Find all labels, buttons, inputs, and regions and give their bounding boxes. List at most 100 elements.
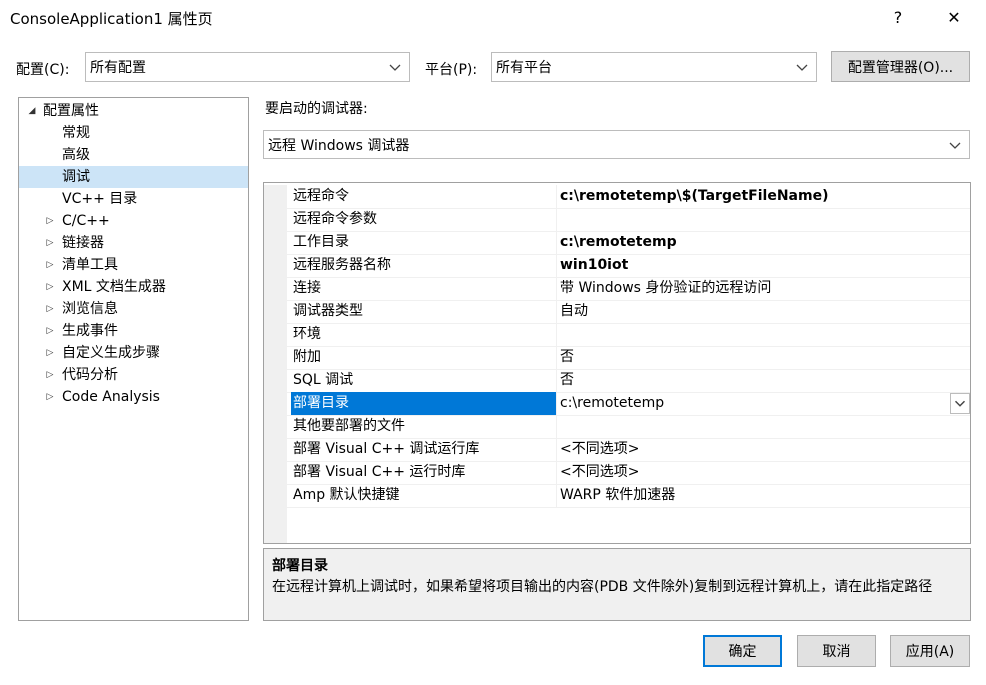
property-row[interactable]: 调试器类型 自动	[264, 300, 970, 324]
property-row[interactable]: 远程命令参数	[264, 208, 970, 232]
column-divider	[556, 346, 557, 369]
tree-item-label: 生成事件	[62, 323, 118, 339]
debugger-select[interactable]: 远程 Windows 调试器	[263, 130, 970, 159]
property-grid: 远程命令 c:\remotetemp\$(TargetFileName) 远程命令参…	[263, 182, 971, 544]
property-value: 否	[560, 349, 574, 365]
row-gutter	[264, 484, 287, 507]
property-name: 连接	[293, 280, 321, 296]
tree-item[interactable]: ▷ 链接器	[19, 232, 248, 254]
expand-triangle-icon[interactable]: ▷	[45, 298, 55, 320]
row-gutter	[264, 277, 287, 300]
tree-item[interactable]: ▷ C/C++	[19, 210, 248, 232]
expand-triangle-icon[interactable]: ▷	[45, 232, 55, 254]
tree-item-label: 浏览信息	[62, 301, 118, 317]
tree-item[interactable]: ▷ 清单工具	[19, 254, 248, 276]
property-value-input[interactable]: c:\remotetemp	[560, 392, 664, 415]
property-name: Amp 默认快捷键	[293, 487, 400, 503]
collapse-triangle-icon[interactable]: ◢	[27, 100, 37, 122]
column-divider	[556, 300, 557, 323]
row-gutter	[264, 300, 287, 323]
column-divider	[556, 438, 557, 461]
row-gutter	[264, 231, 287, 254]
property-name: 附加	[293, 349, 321, 365]
tree-item[interactable]: 高级	[19, 144, 248, 166]
config-label: 配置(C):	[16, 62, 70, 78]
window-title: ConsoleApplication1 属性页	[10, 10, 213, 28]
config-value: 所有配置	[90, 60, 146, 76]
tree-item-label: XML 文档生成器	[62, 279, 166, 295]
value-dropdown-button[interactable]	[950, 393, 970, 414]
tree-item[interactable]: 调试	[19, 166, 248, 188]
row-gutter	[264, 392, 287, 415]
row-gutter	[264, 208, 287, 231]
property-value: 否	[560, 372, 574, 388]
tree-item-label: 调试	[62, 169, 90, 185]
tree-item[interactable]: ▷ Code Analysis	[19, 386, 248, 408]
platform-select[interactable]: 所有平台	[491, 52, 817, 82]
tree-item-label: Code Analysis	[62, 389, 160, 405]
expand-triangle-icon[interactable]: ▷	[45, 386, 55, 408]
expand-triangle-icon[interactable]: ▷	[45, 276, 55, 298]
apply-button[interactable]: 应用(A)	[890, 635, 970, 667]
column-divider	[556, 231, 557, 254]
row-gutter	[264, 461, 287, 484]
property-row[interactable]: 远程命令 c:\remotetemp\$(TargetFileName)	[264, 185, 970, 209]
property-name: SQL 调试	[293, 372, 354, 388]
expand-triangle-icon[interactable]: ▷	[45, 320, 55, 342]
property-row[interactable]: 远程服务器名称 win10iot	[264, 254, 970, 278]
expand-triangle-icon[interactable]: ▷	[45, 254, 55, 276]
tree-root-item[interactable]: ◢ 配置属性	[19, 100, 248, 122]
property-row[interactable]: 部署目录 c:\remotetemp	[264, 392, 970, 416]
help-button[interactable]: ?	[876, 0, 920, 34]
expand-triangle-icon[interactable]: ▷	[45, 342, 55, 364]
tree-item[interactable]: ▷ 代码分析	[19, 364, 248, 386]
property-row[interactable]: Amp 默认快捷键 WARP 软件加速器	[264, 484, 970, 508]
close-button[interactable]: ✕	[932, 0, 976, 34]
row-gutter	[264, 438, 287, 461]
grid-gutter	[264, 506, 287, 543]
expand-triangle-icon[interactable]: ▷	[45, 210, 55, 232]
column-divider	[556, 254, 557, 277]
property-row[interactable]: 工作目录 c:\remotetemp	[264, 231, 970, 255]
close-icon: ✕	[947, 7, 961, 27]
debugger-value: 远程 Windows 调试器	[268, 137, 410, 154]
chevron-down-icon	[389, 64, 401, 71]
property-value: 带 Windows 身份验证的远程访问	[560, 280, 772, 296]
ok-button[interactable]: 确定	[703, 635, 782, 667]
tree-item-label: 代码分析	[62, 367, 118, 383]
property-name: 部署目录	[291, 392, 556, 415]
tree-item-label: 高级	[62, 147, 90, 163]
chevron-down-icon	[949, 142, 961, 149]
chevron-down-icon	[796, 64, 808, 71]
row-gutter	[264, 254, 287, 277]
tree-item[interactable]: VC++ 目录	[19, 188, 248, 210]
row-gutter	[264, 323, 287, 346]
tree-item[interactable]: ▷ 浏览信息	[19, 298, 248, 320]
tree-item[interactable]: ▷ XML 文档生成器	[19, 276, 248, 298]
column-divider	[556, 277, 557, 300]
property-name: 远程服务器名称	[293, 257, 391, 273]
platform-label: 平台(P):	[425, 62, 478, 78]
property-row[interactable]: SQL 调试 否	[264, 369, 970, 393]
config-manager-button[interactable]: 配置管理器(O)...	[831, 51, 970, 82]
property-row[interactable]: 其他要部署的文件	[264, 415, 970, 439]
property-row[interactable]: 部署 Visual C++ 调试运行库 <不同选项>	[264, 438, 970, 462]
tree-item[interactable]: ▷ 生成事件	[19, 320, 248, 342]
description-text: 在远程计算机上调试时，如果希望将项目输出的内容(PDB 文件除外)复制到远程计算…	[272, 579, 933, 595]
tree-root-label: 配置属性	[43, 103, 99, 119]
row-gutter	[264, 185, 287, 208]
description-title: 部署目录	[272, 558, 328, 574]
property-value: <不同选项>	[560, 464, 640, 480]
property-row[interactable]: 部署 Visual C++ 运行时库 <不同选项>	[264, 461, 970, 485]
cancel-button[interactable]: 取消	[797, 635, 876, 667]
debugger-label: 要启动的调试器:	[265, 101, 368, 117]
column-divider	[556, 415, 557, 438]
tree-item[interactable]: ▷ 自定义生成步骤	[19, 342, 248, 364]
config-select[interactable]: 所有配置	[85, 52, 410, 82]
property-row[interactable]: 附加 否	[264, 346, 970, 370]
expand-triangle-icon[interactable]: ▷	[45, 364, 55, 386]
property-row[interactable]: 连接 带 Windows 身份验证的远程访问	[264, 277, 970, 301]
property-name: 环境	[293, 326, 321, 342]
property-row[interactable]: 环境	[264, 323, 970, 347]
tree-item[interactable]: 常规	[19, 122, 248, 144]
